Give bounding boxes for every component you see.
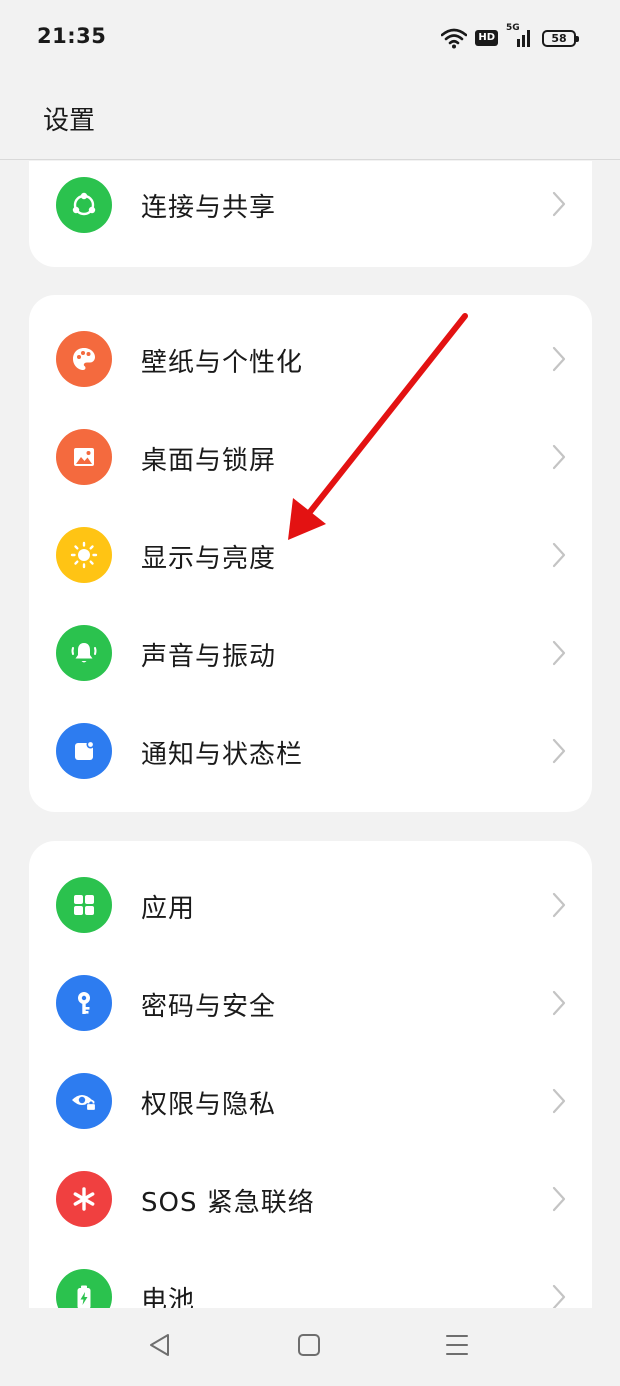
settings-item-sound-vibration[interactable]: 声音与振动: [29, 604, 592, 702]
settings-item-label: 应用: [141, 894, 196, 924]
page-title: 设置: [43, 106, 96, 136]
settings-item-label: SOS 紧急联络: [141, 1188, 315, 1218]
chevron-right-icon: [552, 191, 566, 217]
status-time: 21:35: [37, 24, 107, 48]
settings-list[interactable]: 连接与共享 壁纸与个性化 桌面与锁屏 显示与亮度 声音与振动 通知与状态栏 应用…: [0, 161, 620, 1308]
settings-item-label: 显示与亮度: [141, 544, 277, 574]
cellular-signal-icon: 5G: [506, 23, 534, 51]
settings-item-label: 壁纸与个性化: [141, 348, 304, 378]
system-navigation-bar: [0, 1308, 620, 1386]
chevron-right-icon: [552, 892, 566, 918]
settings-item-display-brightness[interactable]: 显示与亮度: [29, 506, 592, 604]
page-header: 设置: [0, 76, 620, 160]
chevron-right-icon: [552, 1088, 566, 1114]
image-icon: [56, 429, 112, 485]
battery-level: 58: [551, 31, 567, 45]
chevron-right-icon: [552, 542, 566, 568]
sun-icon: [56, 527, 112, 583]
notification-icon: [56, 723, 112, 779]
chevron-right-icon: [552, 444, 566, 470]
settings-item-label: 桌面与锁屏: [141, 446, 277, 476]
settings-item-password-security[interactable]: 密码与安全: [29, 954, 592, 1052]
chevron-right-icon: [552, 346, 566, 372]
chevron-right-icon: [552, 738, 566, 764]
settings-item-apps[interactable]: 应用: [29, 856, 592, 954]
settings-item-connection-sharing[interactable]: 连接与共享: [29, 161, 592, 267]
settings-item-label: 通知与状态栏: [141, 740, 304, 770]
bell-icon: [56, 625, 112, 681]
apps-grid-icon: [56, 877, 112, 933]
settings-item-wallpaper[interactable]: 壁纸与个性化: [29, 310, 592, 408]
settings-item-notifications-statusbar[interactable]: 通知与状态栏: [29, 702, 592, 800]
key-icon: [56, 975, 112, 1031]
asterisk-icon: [56, 1171, 112, 1227]
settings-item-permissions-privacy[interactable]: 权限与隐私: [29, 1052, 592, 1150]
settings-group-apps-security: 应用 密码与安全 权限与隐私 SOS 紧急联络 电池: [29, 841, 592, 1308]
settings-item-home-lockscreen[interactable]: 桌面与锁屏: [29, 408, 592, 506]
share-icon: [56, 177, 112, 233]
square-home-icon[interactable]: [296, 1332, 322, 1358]
settings-item-label: 连接与共享: [141, 193, 277, 223]
triangle-back-icon[interactable]: [147, 1332, 173, 1358]
battery-indicator: 58: [542, 29, 579, 47]
settings-group-connectivity: 连接与共享: [29, 161, 592, 267]
settings-item-label: 密码与安全: [141, 992, 277, 1022]
settings-item-label: 声音与振动: [141, 642, 277, 672]
settings-item-sos[interactable]: SOS 紧急联络: [29, 1150, 592, 1248]
battery-icon: [56, 1269, 112, 1308]
status-icons: HD 5G 58: [441, 22, 579, 54]
settings-item-battery[interactable]: 电池: [29, 1248, 592, 1308]
chevron-right-icon: [552, 640, 566, 666]
chevron-right-icon: [552, 990, 566, 1016]
settings-item-label: 权限与隐私: [141, 1090, 277, 1120]
palette-icon: [56, 331, 112, 387]
menu-lines-icon[interactable]: [444, 1332, 470, 1358]
settings-item-label: 电池: [141, 1286, 196, 1308]
wifi-icon: [441, 28, 468, 49]
hd-badge: HD: [475, 30, 498, 46]
chevron-right-icon: [552, 1284, 566, 1308]
chevron-right-icon: [552, 1186, 566, 1212]
eye-lock-icon: [56, 1073, 112, 1129]
status-bar: 21:35 HD 5G 58: [0, 0, 620, 76]
settings-group-personalization: 壁纸与个性化 桌面与锁屏 显示与亮度 声音与振动 通知与状态栏: [29, 295, 592, 812]
network-type-label: 5G: [506, 23, 520, 33]
